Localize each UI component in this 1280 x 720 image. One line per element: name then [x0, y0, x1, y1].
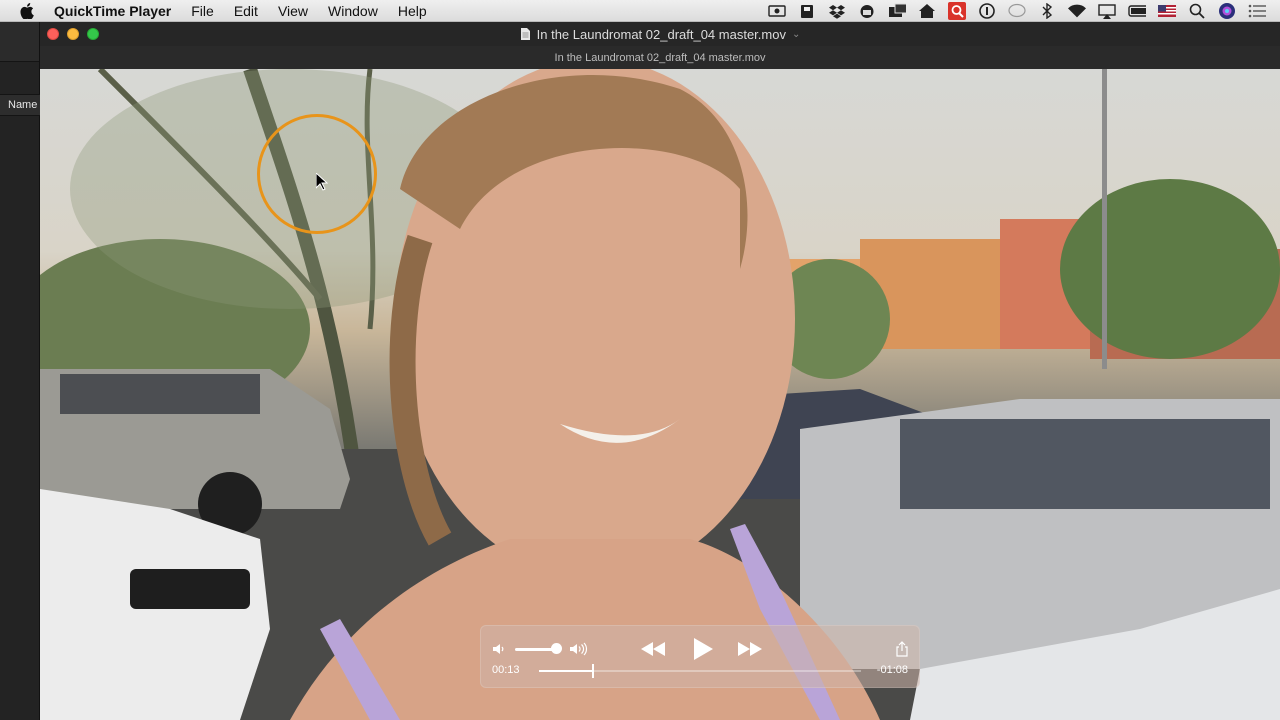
chat-icon[interactable] [1008, 3, 1026, 19]
background-window-toolbar [0, 22, 39, 62]
airplay-icon[interactable] [1098, 3, 1116, 19]
window-controls [47, 28, 99, 40]
volume-slider-knob[interactable] [551, 643, 562, 654]
close-button[interactable] [47, 28, 59, 40]
info-icon[interactable] [978, 3, 996, 19]
time-elapsed: 00:13 [492, 664, 520, 676]
quicktime-window: In the Laundromat 02_draft_04 master.mov… [40, 22, 1280, 720]
document-icon[interactable] [520, 27, 531, 41]
book-icon[interactable] [798, 3, 816, 19]
status-area [768, 0, 1266, 22]
minimize-button[interactable] [67, 28, 79, 40]
wifi-icon[interactable] [1068, 3, 1086, 19]
box-icon[interactable] [888, 3, 906, 19]
video-title: In the Laundromat 02_draft_04 master.mov [554, 51, 766, 64]
scrubber-playhead[interactable] [591, 664, 594, 678]
battery-icon[interactable] [1128, 3, 1146, 19]
window-title[interactable]: In the Laundromat 02_draft_04 master.mov [537, 27, 786, 42]
chevron-down-icon[interactable]: ⌄ [792, 29, 800, 40]
background-window: Name [0, 22, 40, 720]
siri-icon[interactable] [1218, 3, 1236, 19]
bluetooth-icon[interactable] [1038, 3, 1056, 19]
menu-window[interactable]: Window [328, 3, 378, 19]
title-bar[interactable]: In the Laundromat 02_draft_04 master.mov… [40, 22, 1280, 46]
list-icon[interactable] [1248, 3, 1266, 19]
menu-view[interactable]: View [278, 3, 308, 19]
playback-controls: 00:13 -01:08 [480, 625, 920, 688]
search-icon[interactable] [1188, 3, 1206, 19]
video-scene-image [40, 69, 1280, 720]
camera-icon[interactable] [858, 3, 876, 19]
qr-icon[interactable] [948, 2, 966, 20]
maximize-button[interactable] [87, 28, 99, 40]
apple-menu-icon[interactable] [20, 2, 38, 20]
app-name-menu[interactable]: QuickTime Player [54, 3, 171, 19]
menu-bar: QuickTime Player File Edit View Window H… [0, 0, 1280, 22]
video-title-bar: In the Laundromat 02_draft_04 master.mov [40, 46, 1280, 69]
home-icon[interactable] [918, 3, 936, 19]
flag-icon[interactable] [1158, 3, 1176, 19]
time-remaining: -01:08 [876, 664, 908, 676]
dropbox-icon[interactable] [828, 3, 846, 19]
menu-file[interactable]: File [191, 3, 214, 19]
scrubber-progress [539, 670, 593, 672]
scrubber-track[interactable] [539, 664, 861, 678]
screen-record-icon[interactable] [768, 3, 786, 19]
menu-help[interactable]: Help [398, 3, 427, 19]
menu-edit[interactable]: Edit [234, 3, 258, 19]
video-frame[interactable]: 00:13 -01:08 [40, 69, 1280, 720]
name-column-header[interactable]: Name [0, 94, 40, 116]
